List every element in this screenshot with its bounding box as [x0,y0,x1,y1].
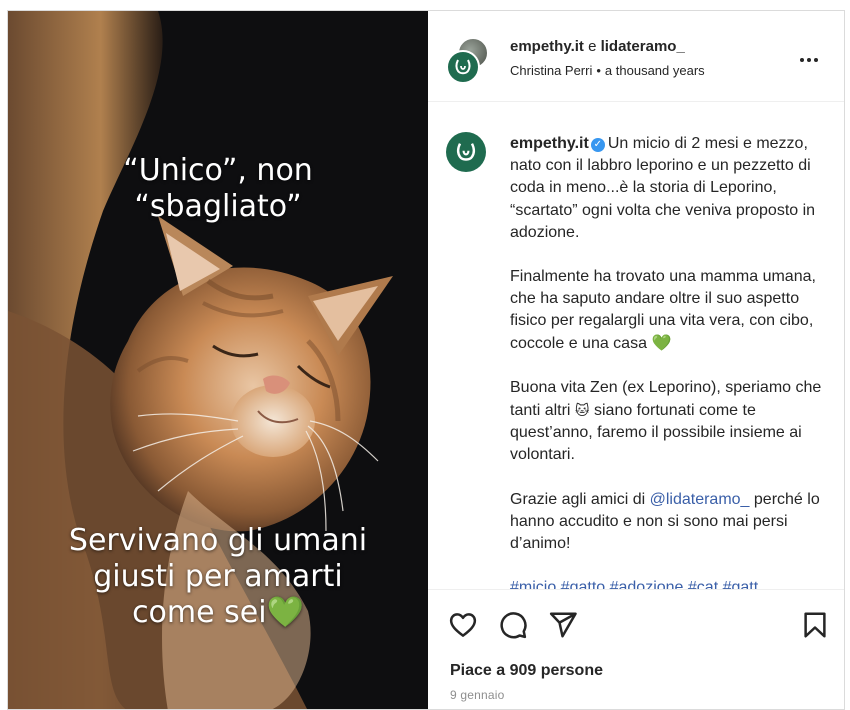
post-header: empethy.it e lidateramo_ Christina Perri… [428,11,844,102]
post-caption: empethy.it ✓ Un micio di 2 mesi e mezzo, n… [510,133,832,589]
overlay-bottom-line2: giusti per amarti [93,559,343,594]
audio-info[interactable]: Christina Perri • a thousand years [510,63,705,78]
post-actions: Piace a 909 persone 9 gennaio [428,589,844,709]
post-date[interactable]: 9 gennaio [450,688,505,702]
more-dots-icon [800,58,804,62]
more-options-button[interactable] [800,49,824,63]
overlay-bottom-text: Servivano gli umani giusti per amarti co… [8,523,428,631]
caption-avatar[interactable] [446,132,486,172]
header-conjunction: e [588,38,597,55]
verified-badge-icon: ✓ [590,138,605,152]
mention-link[interactable]: @lidateramo_ [650,491,750,508]
empethy-logo-icon [457,143,475,161]
caption-paragraph-4: Grazie agli amici di @lidateramo_ perché… [510,489,832,556]
post-side-panel: empethy.it e lidateramo_ Christina Perri… [428,11,844,709]
audio-title[interactable]: a thousand years [605,63,705,78]
header-user2-link[interactable]: lidateramo_ [601,38,685,55]
header-user1-link[interactable]: empethy.it [510,38,584,55]
caption-paragraph-3: Buona vita Zen (ex Leporino), speriamo c… [510,377,832,467]
overlay-top-line: “Unico”, non “sbagliato” [123,153,313,224]
more-dots-icon [807,58,811,62]
more-dots-icon [814,58,818,62]
caption-hashtags[interactable]: #micio #gatto #adozione #cat #gatt [510,577,832,589]
green-heart-emoji: 💚 [651,334,672,352]
overlay-bottom-line1: Servivano gli umani [68,523,368,558]
comment-bubble-icon[interactable] [498,610,528,640]
heart-outline-icon[interactable] [448,610,478,640]
caption-text-4a: Grazie agli amici di [510,490,646,508]
audio-artist[interactable]: Christina Perri [510,63,592,78]
green-heart-icon: 💚 [266,595,304,630]
likes-count[interactable]: Piace a 909 persone [450,662,603,680]
overlay-bottom-line3: come sei💚 [8,595,428,631]
overlay-top-text: “Unico”, non “sbagliato” [8,153,428,225]
empethy-logo-icon [455,59,471,75]
bookmark-icon[interactable] [800,610,830,640]
avatar-empethy[interactable] [446,50,480,84]
collab-avatars[interactable] [446,38,490,84]
overlay-bottom-line3-text: come sei [132,595,267,630]
caption-username-link[interactable]: empethy.it [510,135,589,152]
header-usernames: empethy.it e lidateramo_ [510,38,685,55]
dot-separator: • [596,63,601,78]
cat-emoji: 🐱 [574,402,590,419]
caption-paragraph-2: Finalmente ha trovato una mamma umana, c… [510,266,832,355]
post-media[interactable]: “Unico”, non “sbagliato” Servivano gli u… [8,11,428,709]
post-dialog: “Unico”, non “sbagliato” Servivano gli u… [7,10,845,710]
paper-plane-icon[interactable] [548,610,578,640]
caption-paragraph-1: empethy.it ✓ Un micio di 2 mesi e mezzo, n… [510,133,832,244]
comments-section[interactable]: empethy.it ✓ Un micio di 2 mesi e mezzo, n… [428,103,844,589]
